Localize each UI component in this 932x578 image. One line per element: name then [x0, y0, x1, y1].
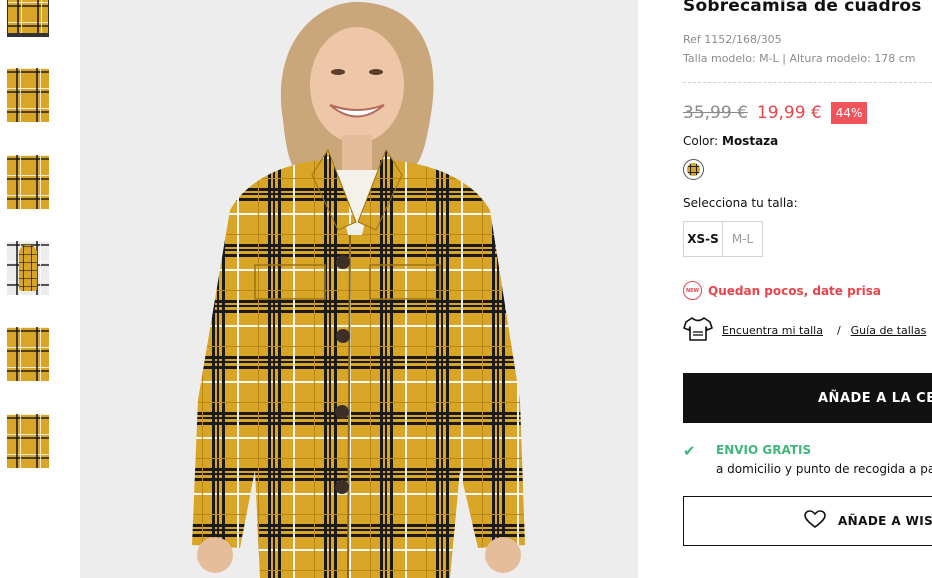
thumbnail-1[interactable] [7, 0, 49, 37]
swatch-pattern [687, 163, 700, 176]
original-price: 35,99 € [683, 103, 748, 123]
model-info: Talla modelo: M-L | Altura modelo: 178 c… [683, 52, 916, 65]
product-info-panel: Sobrecamisa de cuadros Ref 1152/168/305 … [683, 0, 932, 578]
thumbnail-3[interactable] [7, 155, 49, 209]
price-row: 35,99 € 19,99 € 44% [683, 99, 868, 127]
size-label: Selecciona tu talla: [683, 196, 798, 210]
link-separator: / [836, 324, 841, 337]
color-label-prefix: Color: [683, 134, 719, 148]
size-selector: XS-S M-L [683, 221, 763, 257]
color-label: Color: Mostaza [683, 134, 778, 148]
product-main-image[interactable] [80, 0, 638, 578]
discount-badge: 44% [830, 102, 868, 124]
check-icon: ✔ [683, 442, 696, 460]
thumbnail-2[interactable] [7, 68, 49, 122]
new-badge-icon: NEW [683, 281, 702, 300]
divider [683, 82, 932, 83]
sale-price: 19,99 € [756, 103, 822, 123]
low-stock-text: Quedan pocos, date prisa [708, 283, 881, 298]
wishlist-label: AÑADE A WISHLIST [838, 514, 932, 528]
shipping-subtitle: a domicilio y punto de recogida a partir… [716, 462, 932, 476]
size-guide-link[interactable]: Guía de tallas [851, 324, 927, 337]
product-reference: Ref 1152/168/305 [683, 33, 782, 46]
thumbnail-figure [19, 245, 37, 291]
thumbnail-4[interactable] [7, 241, 49, 295]
product-title: Sobrecamisa de cuadros [683, 0, 922, 16]
tshirt-icon [683, 316, 713, 345]
add-to-cart-button[interactable]: AÑADE A LA CESTA [683, 373, 932, 423]
low-stock-notice: NEW Quedan pocos, date prisa [683, 281, 881, 300]
thumbnail-gallery [0, 0, 60, 578]
add-to-wishlist-button[interactable]: AÑADE A WISHLIST [683, 496, 932, 546]
find-my-size-link[interactable]: Encuentra mi talla [722, 324, 823, 337]
heart-icon [804, 510, 826, 532]
color-name: Mostaza [722, 134, 779, 148]
shipping-title: ENVIO GRATIS [716, 443, 812, 457]
color-swatch-mostaza[interactable] [683, 159, 704, 180]
size-option-m-l[interactable]: M-L [723, 221, 763, 257]
thumbnail-6[interactable] [7, 414, 49, 468]
size-help-row: Encuentra mi talla / Guía de tallas [683, 316, 926, 345]
size-option-xs-s[interactable]: XS-S [683, 221, 723, 257]
thumbnail-5[interactable] [7, 327, 49, 381]
